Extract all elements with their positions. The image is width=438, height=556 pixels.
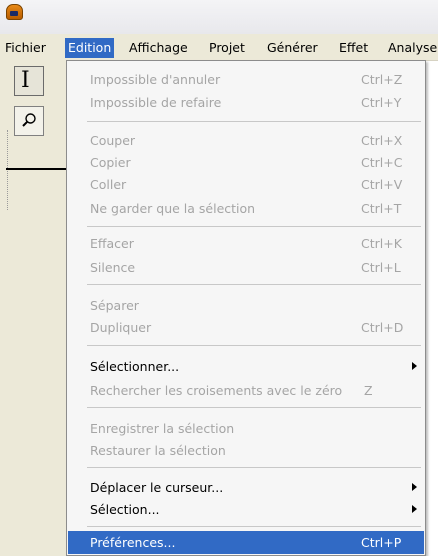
copy-shortcut: Ctrl+C (361, 155, 403, 170)
delete-label: Effacer (90, 236, 134, 251)
copy-label: Copier (90, 155, 131, 170)
menu-item-split[interactable]: Séparer (68, 294, 424, 317)
menu-separator (87, 121, 421, 122)
move-cursor-label: Déplacer le curseur... (90, 480, 224, 495)
selection-label: Sélection... (90, 502, 160, 517)
redo-label: Impossible de refaire (90, 95, 222, 110)
trim-shortcut: Ctrl+T (361, 201, 402, 216)
selection-tool-button[interactable]: I (14, 66, 44, 96)
zoom-tool-button[interactable] (14, 106, 44, 136)
menu-item-find-zero-crossings[interactable]: Rechercher les croisements avec le zéro … (68, 379, 424, 402)
toolbar-divider (6, 168, 68, 170)
find-zero-shortcut: Z (364, 383, 373, 398)
menu-item-copy[interactable]: Copier Ctrl+C (68, 151, 424, 174)
silence-label: Silence (90, 260, 136, 275)
select-label: Sélectionner... (90, 359, 180, 374)
menu-separator (87, 407, 421, 408)
save-selection-label: Enregistrer la sélection (90, 421, 235, 436)
restore-selection-label: Restaurer la sélection (90, 443, 226, 458)
submenu-arrow-icon (412, 505, 417, 513)
paste-label: Coller (90, 177, 127, 192)
tools-toolbar: I (0, 60, 68, 556)
menu-item-redo[interactable]: Impossible de refaire Ctrl+Y (68, 91, 424, 114)
menu-item-paste[interactable]: Coller Ctrl+V (68, 173, 424, 196)
paste-shortcut: Ctrl+V (361, 177, 403, 192)
duplicate-label: Dupliquer (90, 320, 152, 335)
menu-item-move-cursor[interactable]: Déplacer le curseur... (68, 476, 424, 499)
menu-item-duplicate[interactable]: Dupliquer Ctrl+D (68, 316, 424, 339)
menu-projet[interactable]: Projet (206, 38, 248, 58)
submenu-arrow-icon (412, 483, 417, 491)
trim-label: Ne garder que la sélection (90, 201, 256, 216)
cut-shortcut: Ctrl+X (361, 133, 403, 148)
menu-item-undo[interactable]: Impossible d'annuler Ctrl+Z (68, 68, 424, 91)
menu-analyse[interactable]: Analyse (385, 38, 438, 58)
menu-item-select[interactable]: Sélectionner... (68, 355, 424, 378)
redo-shortcut: Ctrl+Y (361, 95, 402, 110)
cut-label: Couper (90, 133, 136, 148)
preferences-shortcut: Ctrl+P (361, 535, 402, 550)
menu-item-preferences[interactable]: Préférences... Ctrl+P (68, 531, 424, 554)
menu-affichage[interactable]: Affichage (126, 38, 191, 58)
edit-menu-dropdown: Impossible d'annuler Ctrl+Z Impossible d… (66, 60, 426, 556)
menu-effet[interactable]: Effet (336, 38, 371, 58)
menu-edition[interactable]: Edition (65, 38, 115, 58)
menu-item-trim[interactable]: Ne garder que la sélection Ctrl+T (68, 197, 424, 220)
toolbar-grip[interactable] (7, 130, 12, 210)
menu-item-save-selection[interactable]: Enregistrer la sélection (68, 417, 424, 440)
menu-separator (87, 467, 421, 468)
menu-separator (87, 226, 421, 227)
split-label: Séparer (90, 298, 139, 313)
menu-separator (87, 345, 421, 346)
find-zero-label: Rechercher les croisements avec le zéro (90, 383, 343, 398)
submenu-arrow-icon (412, 362, 417, 370)
menu-fichier[interactable]: Fichier (2, 38, 49, 58)
menu-item-cut[interactable]: Couper Ctrl+X (68, 129, 424, 152)
menu-item-delete[interactable]: Effacer Ctrl+K (68, 232, 424, 255)
title-bar (0, 0, 438, 34)
preferences-label: Préférences... (90, 535, 176, 550)
menu-bar: Fichier Edition Affichage Projet Générer… (0, 34, 438, 61)
menu-item-restore-selection[interactable]: Restaurer la sélection (68, 439, 424, 462)
menu-separator (87, 284, 421, 285)
audacity-app-icon[interactable] (6, 4, 23, 20)
menu-item-selection[interactable]: Sélection... (68, 498, 424, 521)
zoom-tool-icon (22, 113, 36, 127)
menu-generer[interactable]: Générer (264, 38, 321, 58)
delete-shortcut: Ctrl+K (361, 236, 402, 251)
silence-shortcut: Ctrl+L (361, 260, 401, 275)
selection-tool-icon: I (21, 68, 30, 93)
undo-label: Impossible d'annuler (90, 72, 221, 87)
duplicate-shortcut: Ctrl+D (361, 320, 404, 335)
undo-shortcut: Ctrl+Z (361, 72, 403, 87)
menu-item-silence[interactable]: Silence Ctrl+L (68, 256, 424, 279)
menu-separator (87, 526, 421, 527)
